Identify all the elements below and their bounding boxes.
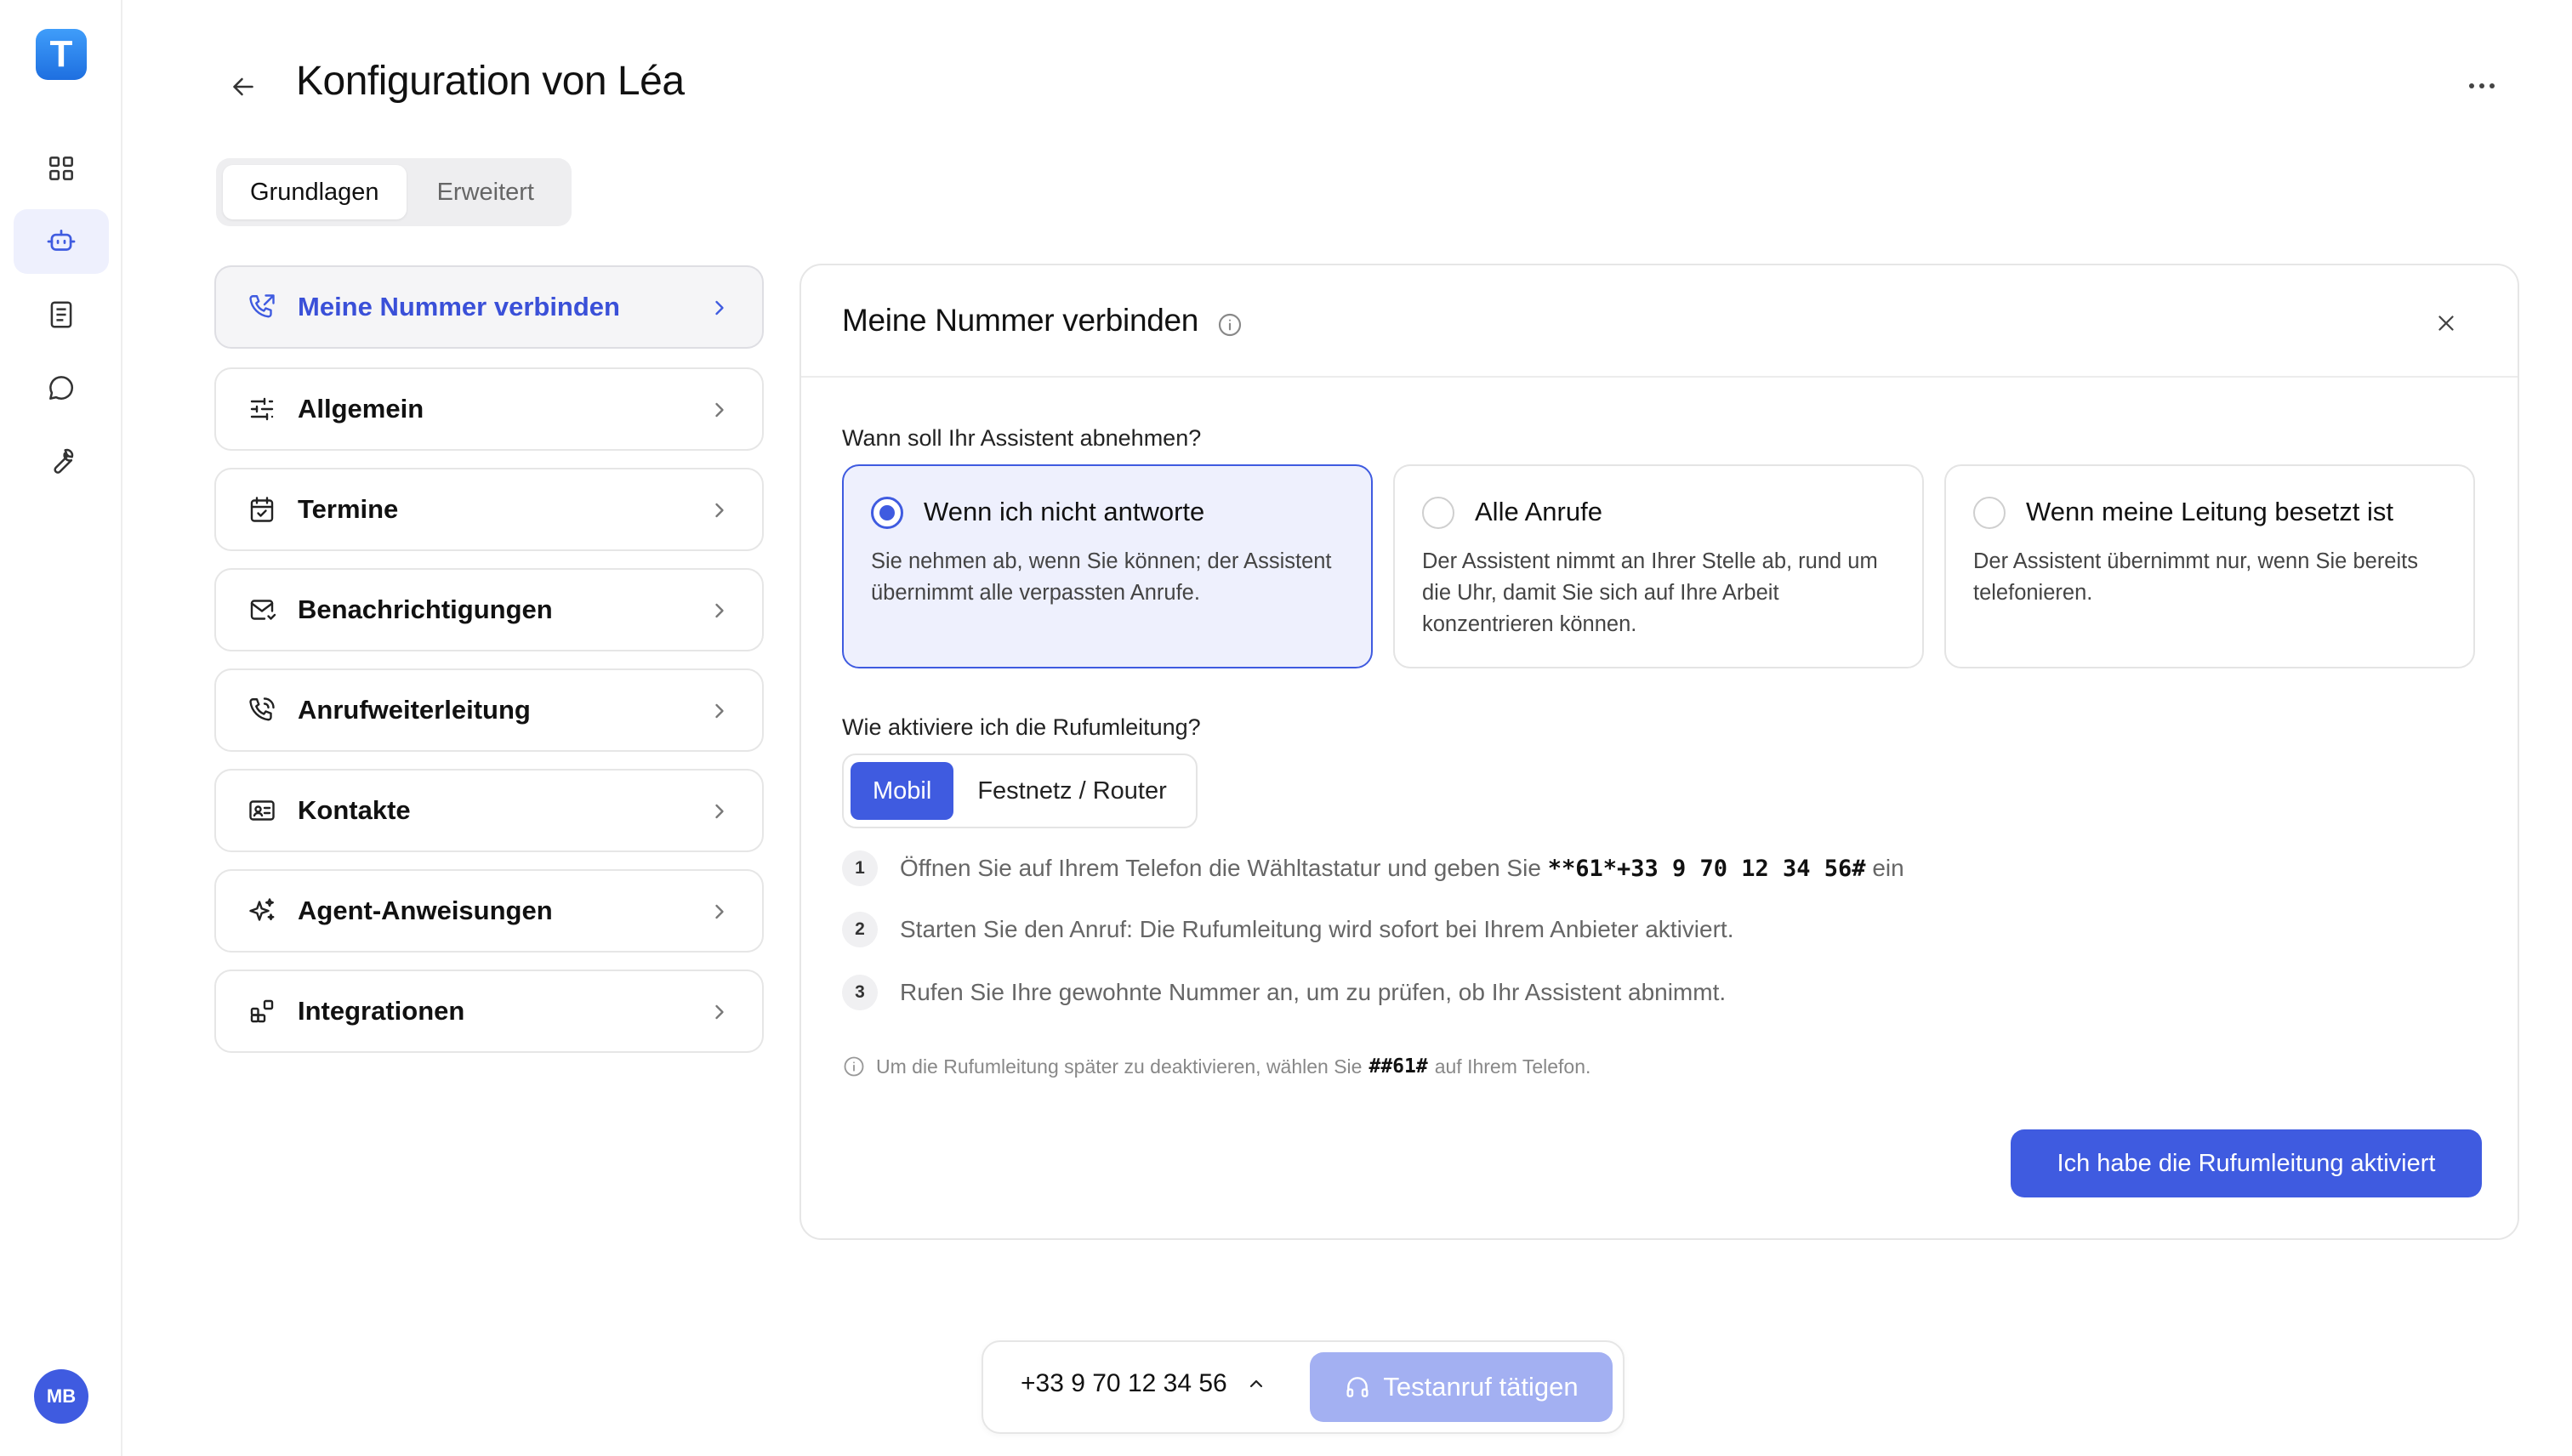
tab-erweitert[interactable]: Erweitert [410, 165, 561, 219]
menu-item-allgemein[interactable]: Allgemein [214, 367, 764, 451]
menu-item-label: Anrufweiterleitung [298, 695, 531, 725]
chevron-up-icon [1249, 1379, 1262, 1388]
option-description: Der Assistent nimmt an Ihrer Stelle ab, … [1422, 549, 1878, 636]
menu-item-benachrichtigungen[interactable]: Benachrichtigungen [214, 568, 764, 651]
documents-nav-button[interactable] [14, 282, 109, 347]
option-all-calls[interactable]: Alle Anrufe Der Assistent nimmt an Ihrer… [1393, 464, 1924, 668]
chevron-right-icon [715, 402, 724, 418]
back-button[interactable] [223, 66, 264, 107]
menu-item-label: Meine Nummer verbinden [298, 292, 620, 321]
step-2: 2 Starten Sie den Anruf: Die Rufumleitun… [842, 912, 1733, 947]
dial-code: **61*+33 9 70 12 34 56# [1547, 856, 1866, 882]
chevron-right-icon [715, 1004, 724, 1020]
confirm-forwarding-button[interactable]: Ich habe die Rufumleitung aktiviert [2011, 1129, 2482, 1197]
menu-item-integrationen[interactable]: Integrationen [214, 970, 764, 1053]
step-3: 3 Rufen Sie Ihre gewohnte Nummer an, um … [842, 975, 1726, 1010]
menu-item-termine[interactable]: Termine [214, 468, 764, 551]
connect-number-panel: Meine Nummer verbinden Wann soll Ihr Ass… [799, 264, 2519, 1240]
more-horizontal-icon [2469, 83, 2495, 88]
bot-icon [47, 229, 76, 251]
menu-item-kontakte[interactable]: Kontakte [214, 769, 764, 852]
phone-type-segmented-control: Mobil Festnetz / Router [842, 754, 1198, 828]
menu-item-label: Benachrichtigungen [298, 594, 553, 624]
user-avatar[interactable]: MB [34, 1369, 88, 1424]
blocks-icon [250, 999, 274, 1023]
tab-grundlagen[interactable]: Grundlagen [223, 165, 407, 219]
option-title: Alle Anrufe [1475, 497, 1602, 526]
radio-button[interactable] [1973, 497, 2006, 529]
option-description: Sie nehmen ab, wenn Sie können; der Assi… [871, 549, 1332, 605]
app-logo[interactable]: T [36, 29, 87, 80]
step-number: 1 [842, 850, 878, 886]
option-not-answered[interactable]: Wenn ich nicht antworte Sie nehmen ab, w… [842, 464, 1373, 668]
more-options-button[interactable] [2458, 66, 2506, 105]
phone-number: +33 9 70 12 34 56 [1021, 1369, 1227, 1397]
step-number: 2 [842, 912, 878, 947]
menu-item-anrufweiterleitung[interactable]: Anrufweiterleitung [214, 668, 764, 752]
step-text: Starten Sie den Anruf: Die Rufumleitung … [900, 916, 1734, 942]
info-icon[interactable] [1216, 311, 1243, 338]
test-call-bar: +33 9 70 12 34 56 Testanruf tätigen [982, 1340, 1625, 1434]
headphones-icon [1346, 1377, 1369, 1397]
sparkles-icon [249, 898, 275, 921]
chevron-right-icon [715, 904, 724, 919]
contact-card-icon [249, 800, 275, 821]
deactivate-code: ##61# [1369, 1055, 1428, 1078]
tools-nav-button[interactable] [14, 429, 109, 493]
sidebar-rail: T MB [0, 0, 122, 1456]
dashboard-nav-button[interactable] [14, 136, 109, 201]
chevron-right-icon [715, 603, 724, 618]
phone-forward-icon [249, 294, 275, 318]
test-call-label: Testanruf tätigen [1383, 1372, 1579, 1402]
wrench-icon [54, 448, 74, 474]
mail-icon [250, 600, 276, 620]
config-tabs: Grundlagen Erweitert [216, 158, 572, 226]
option-description: Der Assistent übernimmt nur, wenn Sie be… [1973, 549, 2418, 605]
chevron-right-icon [715, 503, 724, 518]
test-call-button[interactable]: Testanruf tätigen [1310, 1352, 1613, 1422]
menu-item-label: Kontakte [298, 795, 411, 825]
messages-nav-button[interactable] [14, 355, 109, 420]
step-1: 1 Öffnen Sie auf Ihrem Telefon die Wählt… [842, 850, 1904, 886]
chat-bubble-icon [49, 376, 74, 400]
menu-item-label: Allgemein [298, 394, 424, 424]
menu-item-label: Termine [298, 494, 399, 524]
step-number: 3 [842, 975, 878, 1010]
info-icon [844, 1056, 864, 1077]
document-icon [50, 301, 72, 328]
question-when-label: Wann soll Ihr Assistent abnehmen? [842, 425, 1202, 451]
step-text: Öffnen Sie auf Ihrem Telefon die Wähltas… [900, 855, 1904, 882]
panel-header: Meine Nummer verbinden [801, 265, 2518, 378]
menu-item-meine-nummer[interactable]: Meine Nummer verbinden [214, 265, 764, 349]
chevron-right-icon [715, 300, 724, 316]
close-icon [2438, 316, 2454, 331]
chevron-right-icon [715, 804, 724, 819]
option-title: Wenn ich nicht antworte [924, 497, 1205, 526]
page-title: Konfiguration von Léa [296, 59, 685, 104]
assistant-nav-button[interactable] [14, 209, 109, 274]
segment-festnetz-router[interactable]: Festnetz / Router [955, 762, 1188, 820]
close-panel-button[interactable] [2429, 306, 2463, 340]
calendar-icon [250, 497, 274, 522]
radio-button[interactable] [871, 497, 903, 529]
option-line-busy[interactable]: Wenn meine Leitung besetzt ist Der Assis… [1944, 464, 2475, 668]
phone-call-icon [249, 697, 275, 721]
option-title: Wenn meine Leitung besetzt ist [2026, 497, 2393, 526]
phone-number-selector[interactable]: +33 9 70 12 34 56 [1021, 1369, 1266, 1398]
radio-button[interactable] [1422, 497, 1454, 529]
question-how-label: Wie aktiviere ich die Rufumleitung? [842, 714, 1201, 740]
menu-item-label: Integrationen [298, 996, 465, 1026]
menu-item-agent-anweisungen[interactable]: Agent-Anweisungen [214, 869, 764, 953]
menu-item-label: Agent-Anweisungen [298, 896, 553, 925]
chevron-right-icon [715, 703, 724, 719]
segment-mobil[interactable]: Mobil [851, 762, 954, 820]
panel-title: Meine Nummer verbinden [842, 303, 1199, 338]
step-text: Rufen Sie Ihre gewohnte Nummer an, um zu… [900, 979, 1727, 1005]
deactivate-note: Um die Rufumleitung später zu deaktivier… [842, 1055, 1590, 1078]
arrow-left-icon [233, 77, 253, 96]
grid-icon [49, 156, 73, 180]
sliders-icon [250, 397, 274, 421]
